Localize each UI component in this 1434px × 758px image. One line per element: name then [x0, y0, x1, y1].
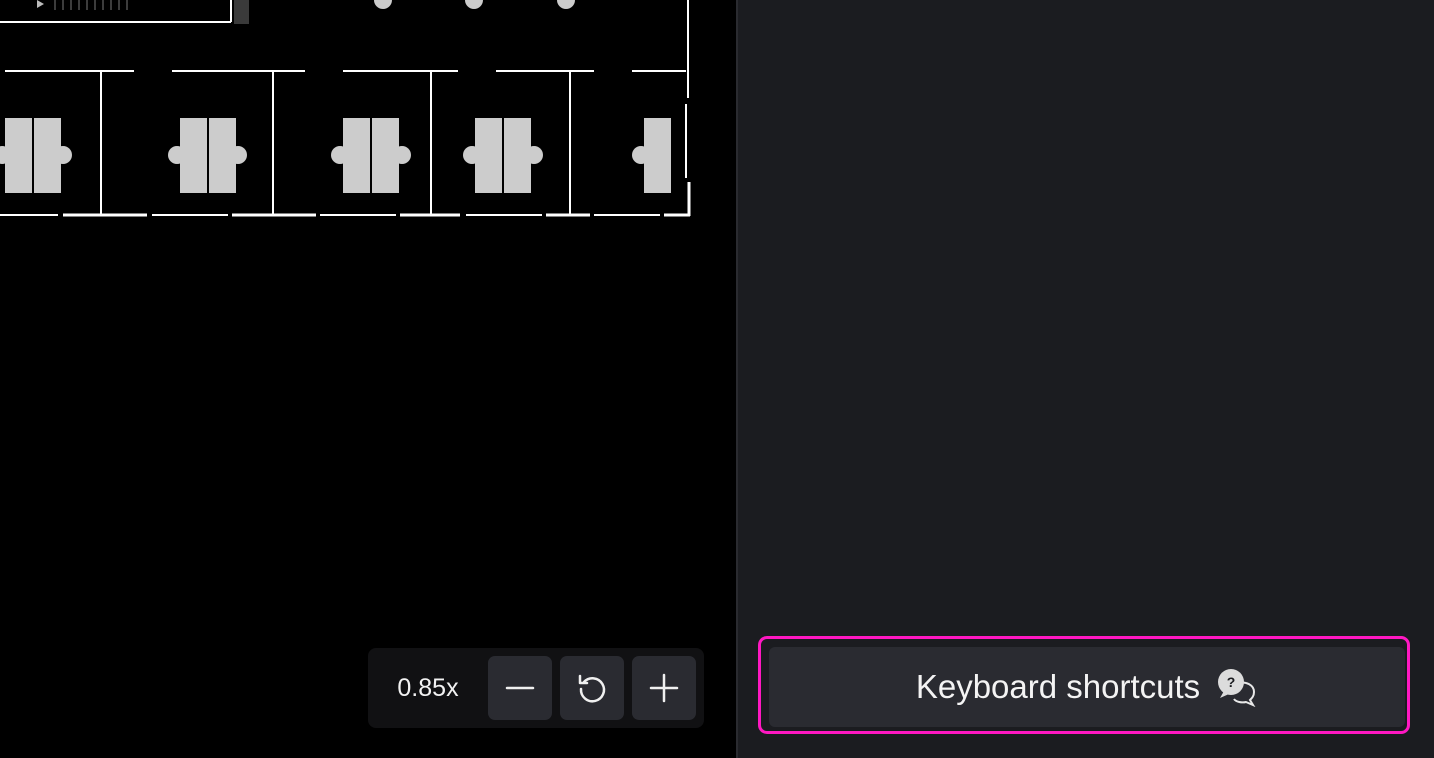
keyboard-shortcuts-label: Keyboard shortcuts [915, 668, 1201, 705]
zoom-in-button[interactable] [632, 656, 696, 720]
reset-rotate-icon [578, 674, 606, 703]
desk-cluster[interactable] [168, 118, 247, 193]
zoom-controls: 0.85x [368, 648, 704, 728]
keyboard-shortcuts-button[interactable]: Keyboard shortcuts ? [769, 647, 1405, 727]
minus-icon [505, 686, 535, 690]
floorplan-drawing[interactable] [0, 0, 736, 758]
desk-cluster[interactable] [331, 118, 411, 193]
zoom-level-label: 0.85x [397, 673, 459, 702]
desk-cluster[interactable] [0, 118, 72, 193]
help-chat-icon: ? [1216, 667, 1258, 707]
desk-cluster[interactable] [463, 118, 543, 193]
plus-icon [649, 673, 679, 703]
reset-zoom-button[interactable] [560, 656, 624, 720]
zoom-out-button[interactable] [488, 656, 552, 720]
desk-single[interactable] [632, 118, 671, 193]
svg-text:?: ? [1227, 674, 1236, 690]
top-room-fragment [0, 0, 689, 98]
floorplan-canvas[interactable]: 0.85x [0, 0, 736, 758]
